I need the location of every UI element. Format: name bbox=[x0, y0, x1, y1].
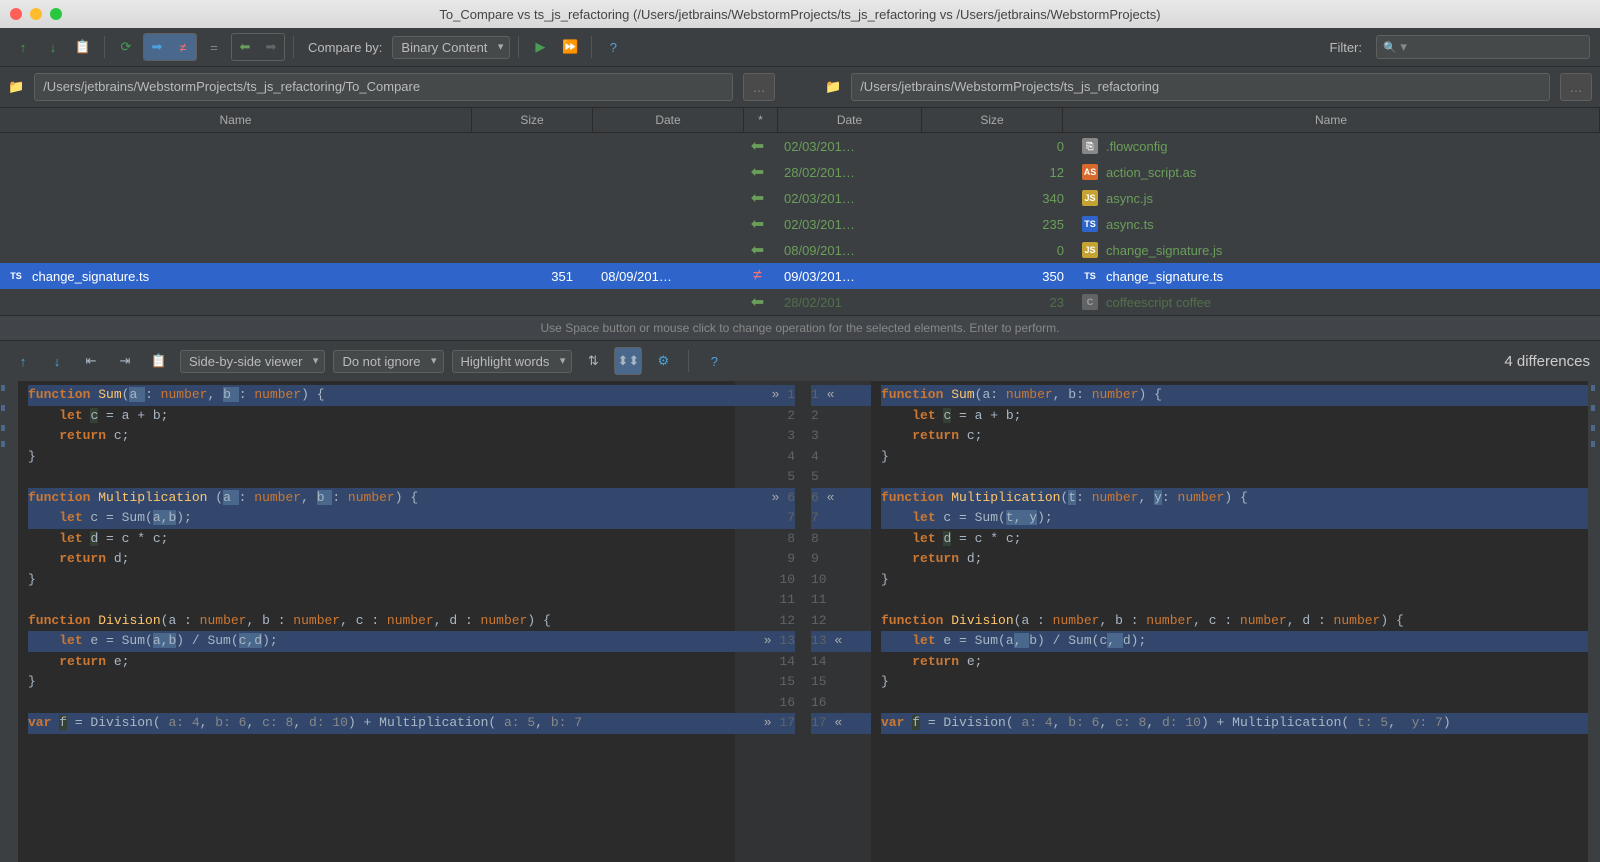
viewer-mode-select[interactable]: Side-by-side viewer bbox=[180, 350, 325, 373]
titlebar: To_Compare vs ts_js_refactoring (/Users/… bbox=[0, 0, 1600, 28]
table-row[interactable]: 08/09/201…0 JSchange_signature.js bbox=[774, 237, 1600, 263]
run-all-icon[interactable]: ⏩ bbox=[557, 34, 583, 60]
left-error-stripe[interactable] bbox=[0, 381, 6, 862]
copy-left-to-right-icon[interactable]: ➡ bbox=[258, 34, 284, 60]
op-cell[interactable]: ⬅ bbox=[741, 237, 774, 263]
compare-toolbar: ↑ ↓ 📋 ⟳ ➡ ≠ = ⬅ ➡ Compare by: Binary Con… bbox=[0, 28, 1600, 67]
table-row[interactable] bbox=[0, 237, 741, 263]
folder-icon: 📁 bbox=[8, 79, 24, 95]
arrow-up-icon[interactable]: ↑ bbox=[10, 34, 36, 60]
separator bbox=[293, 36, 294, 58]
header-size-right[interactable]: Size bbox=[922, 108, 1063, 132]
header-date-left[interactable]: Date bbox=[593, 108, 744, 132]
ignore-mode-select[interactable]: Do not ignore bbox=[333, 350, 443, 373]
copy-direction-group: ⬅ ➡ bbox=[231, 33, 285, 61]
export-right-icon[interactable]: ⇥ bbox=[112, 348, 138, 374]
separator bbox=[591, 36, 592, 58]
separator bbox=[518, 36, 519, 58]
table-right: 02/03/201…0 ⎘.flowconfig 28/02/201…12 AS… bbox=[774, 133, 1600, 315]
header-name-left[interactable]: Name bbox=[0, 108, 472, 132]
show-diff-icon[interactable]: ≠ bbox=[170, 34, 196, 60]
op-cell[interactable]: ⬅ bbox=[741, 159, 774, 185]
folder-icon: 📁 bbox=[825, 79, 841, 95]
separator bbox=[104, 36, 105, 58]
diff-count: 4 differences bbox=[1504, 353, 1590, 370]
run-icon[interactable]: ▶ bbox=[527, 34, 553, 60]
compare-by-select[interactable]: Binary Content bbox=[392, 36, 510, 59]
table-row[interactable]: 28/02/20123 Ccoffeescript coffee bbox=[774, 289, 1600, 315]
path-bar: 📁 /Users/jetbrains/WebstormProjects/ts_j… bbox=[0, 67, 1600, 108]
table-headers: Name Size Date * Date Size Name bbox=[0, 108, 1600, 133]
help-icon[interactable]: ? bbox=[701, 348, 727, 374]
table-row[interactable] bbox=[0, 159, 741, 185]
path-right-input[interactable]: /Users/jetbrains/WebstormProjects/ts_js_… bbox=[851, 73, 1550, 101]
table-row[interactable]: 02/03/201…0 ⎘.flowconfig bbox=[774, 133, 1600, 159]
path-left: 📁 /Users/jetbrains/WebstormProjects/ts_j… bbox=[0, 67, 783, 107]
arrow-down-icon[interactable]: ↓ bbox=[40, 34, 66, 60]
filter-input[interactable]: ▾ bbox=[1376, 35, 1590, 59]
clipboard-icon[interactable]: 📋 bbox=[146, 348, 172, 374]
help-icon[interactable]: ? bbox=[600, 34, 626, 60]
table-row[interactable] bbox=[0, 211, 741, 237]
op-cell[interactable]: ⬅ bbox=[741, 289, 774, 315]
diff-toolbar: ↑ ↓ ⇤ ⇥ 📋 Side-by-side viewer Do not ign… bbox=[0, 341, 1600, 381]
gutter-left bbox=[6, 381, 18, 862]
path-right: 📁 /Users/jetbrains/WebstormProjects/ts_j… bbox=[817, 67, 1600, 107]
close-window[interactable] bbox=[10, 8, 22, 20]
path-left-input[interactable]: /Users/jetbrains/WebstormProjects/ts_js_… bbox=[34, 73, 733, 101]
window-title: To_Compare vs ts_js_refactoring (/Users/… bbox=[0, 7, 1600, 22]
table-row[interactable]: 09/03/201…350 TSchange_signature.ts bbox=[774, 263, 1600, 289]
next-diff-icon[interactable]: ↓ bbox=[44, 348, 70, 374]
line-numbers-right: 1 «23456 «78910111213 «14151617 « bbox=[803, 381, 871, 862]
op-cell[interactable]: ⬅ bbox=[741, 133, 774, 159]
op-cell[interactable]: ⬅ bbox=[741, 211, 774, 237]
header-size-left[interactable]: Size bbox=[472, 108, 593, 132]
op-cell[interactable]: ≠ bbox=[741, 263, 774, 289]
table-row[interactable]: TSchange_signature.ts 35108/09/201… bbox=[0, 263, 741, 289]
header-op[interactable]: * bbox=[744, 108, 778, 132]
line-numbers-left: » 12345» 6789101112» 13141516» 17 bbox=[735, 381, 803, 862]
minimize-window[interactable] bbox=[30, 8, 42, 20]
copy-icon[interactable]: 📋 bbox=[70, 34, 96, 60]
code-left[interactable]: function Sum(a : number, b : number) { l… bbox=[18, 381, 735, 862]
collapse-icon[interactable]: ⇅ bbox=[580, 348, 606, 374]
browse-left-button[interactable]: … bbox=[743, 73, 775, 101]
right-error-stripe[interactable] bbox=[1588, 381, 1600, 862]
filter-label: Filter: bbox=[1330, 40, 1363, 55]
settings-icon[interactable]: ⚙ bbox=[650, 348, 676, 374]
table-row[interactable] bbox=[0, 133, 741, 159]
highlight-mode-select[interactable]: Highlight words bbox=[452, 350, 573, 373]
table-row[interactable] bbox=[0, 289, 741, 315]
header-name-right[interactable]: Name bbox=[1063, 108, 1600, 132]
diff-right-pane: function Sum(a: number, b: number) { let… bbox=[871, 381, 1600, 862]
path-gap bbox=[783, 67, 817, 107]
file-compare-table: TSchange_signature.ts 35108/09/201… ⬅⬅⬅⬅… bbox=[0, 133, 1600, 315]
refresh-icon[interactable]: ⟳ bbox=[113, 34, 139, 60]
diff-view: function Sum(a : number, b : number) { l… bbox=[0, 381, 1600, 862]
browse-right-button[interactable]: … bbox=[1560, 73, 1592, 101]
maximize-window[interactable] bbox=[50, 8, 62, 20]
prev-diff-icon[interactable]: ↑ bbox=[10, 348, 36, 374]
table-row[interactable]: 02/03/201…340 JSasync.js bbox=[774, 185, 1600, 211]
separator bbox=[688, 350, 689, 372]
show-equal-icon[interactable]: = bbox=[201, 34, 227, 60]
table-row[interactable]: 28/02/201…12 ASaction_script.as bbox=[774, 159, 1600, 185]
table-left: TSchange_signature.ts 35108/09/201… bbox=[0, 133, 741, 315]
copy-right-to-left-icon[interactable]: ⬅ bbox=[232, 34, 258, 60]
filter-area: Filter: ▾ bbox=[1324, 35, 1591, 59]
code-right[interactable]: function Sum(a: number, b: number) { let… bbox=[871, 381, 1588, 862]
table-row[interactable] bbox=[0, 185, 741, 211]
hint-bar: Use Space button or mouse click to chang… bbox=[0, 315, 1600, 341]
window-controls bbox=[10, 8, 62, 20]
header-date-right[interactable]: Date bbox=[778, 108, 922, 132]
table-row[interactable]: 02/03/201…235 TSasync.ts bbox=[774, 211, 1600, 237]
sync-scroll-icon[interactable]: ⬍⬍ bbox=[614, 347, 642, 375]
diff-left-pane: function Sum(a : number, b : number) { l… bbox=[6, 381, 735, 862]
op-cell[interactable]: ⬅ bbox=[741, 185, 774, 211]
diff-filter-group: ➡ ≠ bbox=[143, 33, 197, 61]
show-new-right-icon[interactable]: ➡ bbox=[144, 34, 170, 60]
table-op-column: ⬅⬅⬅⬅⬅≠⬅ bbox=[741, 133, 774, 315]
compare-by-label: Compare by: bbox=[308, 40, 382, 55]
export-left-icon[interactable]: ⇤ bbox=[78, 348, 104, 374]
